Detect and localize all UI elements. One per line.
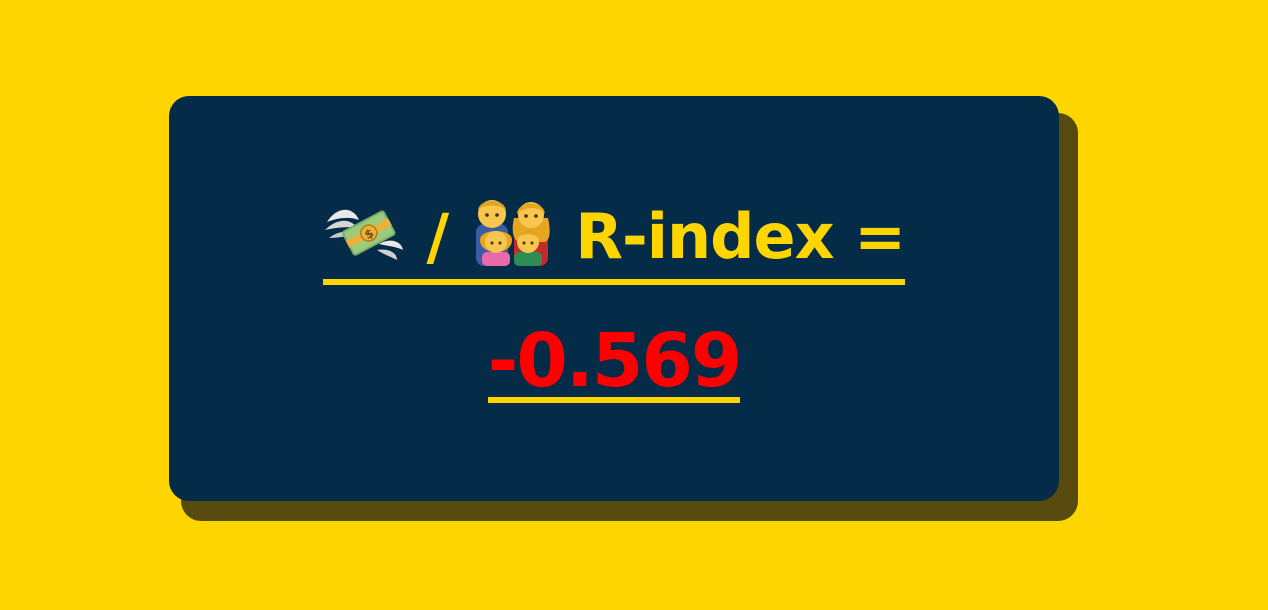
r-index-label: R-index = — [575, 200, 906, 273]
family-icon — [470, 196, 554, 279]
slash-separator: / — [426, 200, 449, 273]
r-index-card: $ / R-index = -0.569 — [169, 96, 1059, 501]
r-index-heading: $ / R-index = — [169, 196, 1059, 285]
r-index-value: -0.569 — [487, 318, 743, 404]
heading-underline: $ / R-index = — [322, 196, 906, 285]
value-underline: -0.569 — [487, 324, 742, 403]
r-index-value-line: -0.569 — [169, 321, 1059, 403]
money-with-wings-icon: $ — [323, 200, 405, 279]
